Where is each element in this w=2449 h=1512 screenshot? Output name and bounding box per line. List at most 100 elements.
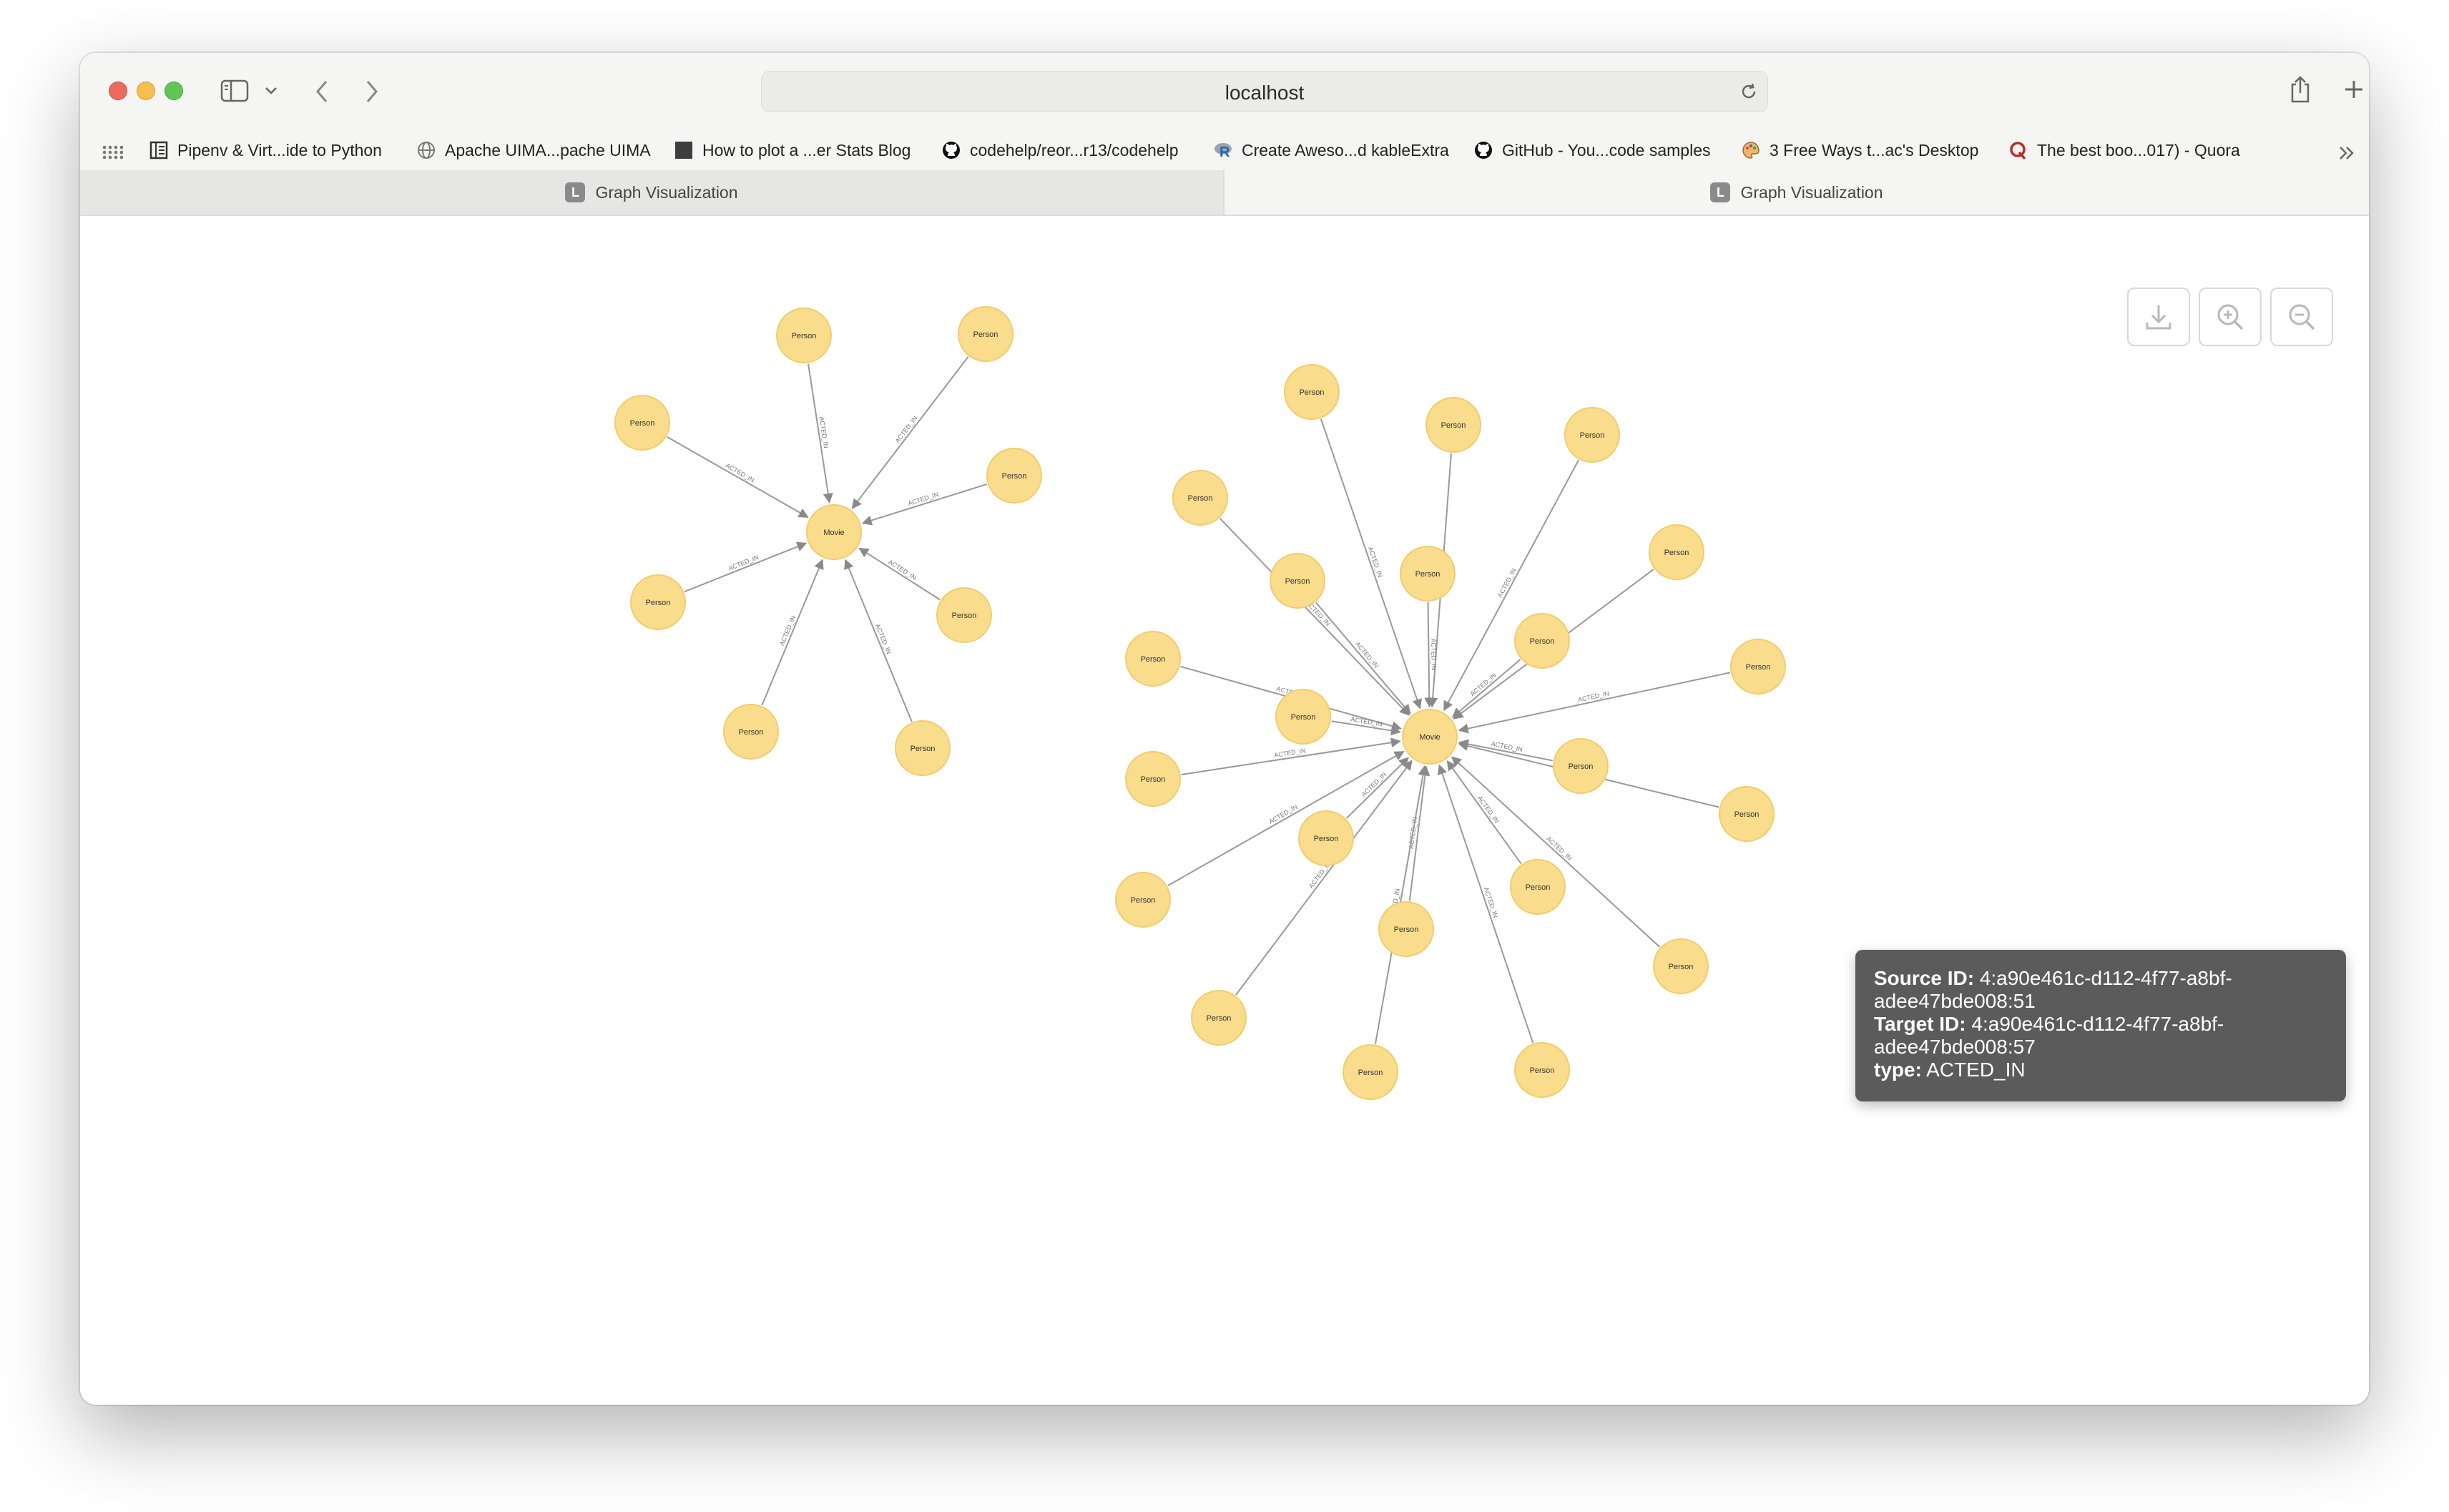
node-label: Movie [823, 529, 844, 537]
person-node[interactable]: Person [1514, 1042, 1570, 1098]
blog-icon [675, 142, 692, 159]
edge-acted-in[interactable]: ACTED_IN [1443, 459, 1579, 712]
edge-acted-in[interactable]: ACTED_IN [1458, 739, 1553, 762]
edge-acted-in[interactable]: ACTED_IN [761, 559, 824, 706]
bookmark-item[interactable]: codehelp/reor...r13/codehelp [941, 137, 1179, 163]
person-node[interactable]: Person [1510, 859, 1566, 915]
bookmark-item[interactable]: R Create Aweso...d kableExtra [1213, 137, 1449, 163]
person-node[interactable]: Person [1343, 1044, 1398, 1100]
bookmark-item[interactable]: GitHub - You...code samples [1473, 137, 1711, 163]
tab-favicon: L [1710, 182, 1731, 202]
person-node[interactable]: Person [614, 395, 670, 451]
person-node[interactable]: Person [895, 720, 951, 776]
node-label: Person [630, 419, 655, 428]
minimize-window-button[interactable] [137, 82, 155, 100]
person-node[interactable]: Person [1270, 553, 1325, 609]
edge-line [761, 559, 824, 706]
chevron-down-icon[interactable] [265, 86, 278, 96]
person-node[interactable]: Person [1653, 938, 1709, 994]
person-node[interactable]: Person [936, 587, 992, 643]
edge-acted-in[interactable]: ACTED_IN [861, 483, 988, 526]
person-node[interactable]: Person [1400, 546, 1456, 602]
bookmarks-overflow-icon[interactable] [2337, 144, 2356, 162]
person-node[interactable]: Person [958, 306, 1014, 362]
tooltip-type-label: type: [1874, 1059, 1922, 1081]
reload-icon[interactable] [1739, 82, 1759, 102]
sidebar-toggle-icon[interactable] [220, 79, 249, 103]
person-node[interactable]: Person [1115, 872, 1171, 928]
forward-arrow-icon[interactable] [363, 79, 381, 104]
edge-acted-in[interactable]: ACTED_IN [1181, 737, 1401, 775]
bookmark-item[interactable]: The best boo...017) - Quora [2008, 137, 2240, 163]
person-node[interactable]: Person [1649, 524, 1704, 580]
graph-canvas-area: ACTED_IN ACTED_IN ACTED_IN ACTED_IN ACTED_IN… [80, 216, 2369, 1405]
person-node[interactable]: Person [1564, 407, 1620, 463]
person-node[interactable]: Person [1172, 470, 1228, 526]
back-arrow-icon[interactable] [313, 79, 330, 104]
close-window-button[interactable] [109, 82, 127, 100]
bookmark-item[interactable]: Pipenv & Virt...ide to Python [149, 137, 382, 163]
edge-acted-in[interactable]: ACTED_IN [1315, 602, 1411, 715]
bookmark-item[interactable]: Apache UIMA...pache UIMA [416, 137, 651, 163]
edge-acted-in[interactable]: ACTED_IN [1458, 672, 1731, 734]
edge-acted-in[interactable]: ACTED_IN [858, 547, 941, 601]
svg-text:R: R [1219, 144, 1230, 160]
person-node[interactable]: Person [723, 704, 779, 760]
movie-node[interactable]: Movie [1402, 709, 1458, 765]
tooltip-type-line: type: ACTED_IN [1874, 1059, 2327, 1081]
share-icon[interactable] [2289, 74, 2312, 104]
node-label: Person [1441, 421, 1466, 430]
person-node[interactable]: Person [776, 308, 832, 363]
bookmark-item[interactable]: How to plot a ...er Stats Blog [674, 137, 911, 163]
edge-label: ACTED_IN [1469, 672, 1498, 698]
edge-line [1451, 659, 1521, 718]
node-label: Person [973, 330, 998, 339]
edge-acted-in[interactable]: ACTED_IN [808, 363, 833, 504]
edge-acted-in[interactable]: ACTED_IN [684, 541, 808, 593]
person-node[interactable]: Person [1425, 397, 1481, 453]
maximize-window-button[interactable] [165, 82, 183, 100]
person-node[interactable]: Person [986, 448, 1042, 504]
edge-acted-in[interactable]: ACTED_IN [1408, 765, 1430, 901]
tab-graph-visualization-1[interactable]: L Graph Visualization [80, 170, 1223, 215]
edge-acted-in[interactable]: ACTED_IN [667, 436, 809, 519]
edge-acted-in[interactable]: ACTED_IN [851, 356, 969, 509]
apps-grid-icon[interactable] [102, 144, 123, 160]
person-node[interactable]: Person [1191, 990, 1247, 1046]
person-node[interactable]: Person [1514, 613, 1570, 669]
zoom-in-button[interactable] [2199, 288, 2262, 346]
node-label: Person [1002, 472, 1027, 481]
edge-acted-in[interactable]: ACTED_IN [844, 559, 913, 722]
new-tab-icon[interactable] [2343, 79, 2365, 100]
edge-label: ACTED_IN [727, 554, 760, 572]
edge-label: ACTED_IN [874, 623, 893, 655]
movie-node[interactable]: Movie [806, 504, 862, 560]
edge-acted-in[interactable]: ACTED_IN [1235, 760, 1413, 996]
edge-acted-in[interactable]: ACTED_IN [1446, 760, 1522, 865]
person-node[interactable]: Person [1275, 689, 1331, 745]
person-node[interactable]: Person [1553, 738, 1609, 794]
node-label: Person [911, 745, 936, 753]
person-node[interactable]: Person [1378, 901, 1434, 957]
person-node[interactable]: Person [1125, 751, 1181, 807]
download-button[interactable] [2127, 288, 2190, 346]
zoom-out-button[interactable] [2270, 288, 2333, 346]
person-node[interactable]: Person [1719, 786, 1775, 842]
edge-line [667, 436, 809, 519]
edge-line [1315, 602, 1411, 715]
tooltip-target-label: Target ID: [1874, 1013, 1966, 1035]
person-node[interactable]: Person [1730, 639, 1786, 694]
edge-acted-in[interactable]: ACTED_IN [1451, 659, 1521, 718]
address-bar[interactable]: localhost [761, 71, 1768, 112]
person-node[interactable]: Person [1298, 810, 1354, 866]
edge-label: ACTED_IN [887, 558, 918, 581]
person-node[interactable]: Person [630, 574, 686, 630]
download-icon [2146, 305, 2171, 330]
edge-line [861, 483, 988, 526]
person-node[interactable]: Person [1125, 631, 1181, 687]
bookmark-item[interactable]: 3 Free Ways t...ac's Desktop [1741, 137, 1978, 163]
person-node[interactable]: Person [1284, 364, 1340, 420]
tab-graph-visualization-2[interactable]: L Graph Visualization [1224, 170, 2369, 215]
edge-acted-in[interactable]: ACTED_IN [1331, 716, 1401, 736]
graph-visualization[interactable]: ACTED_IN ACTED_INACTED_INACTED_INACTED_IN… [80, 216, 2369, 1405]
